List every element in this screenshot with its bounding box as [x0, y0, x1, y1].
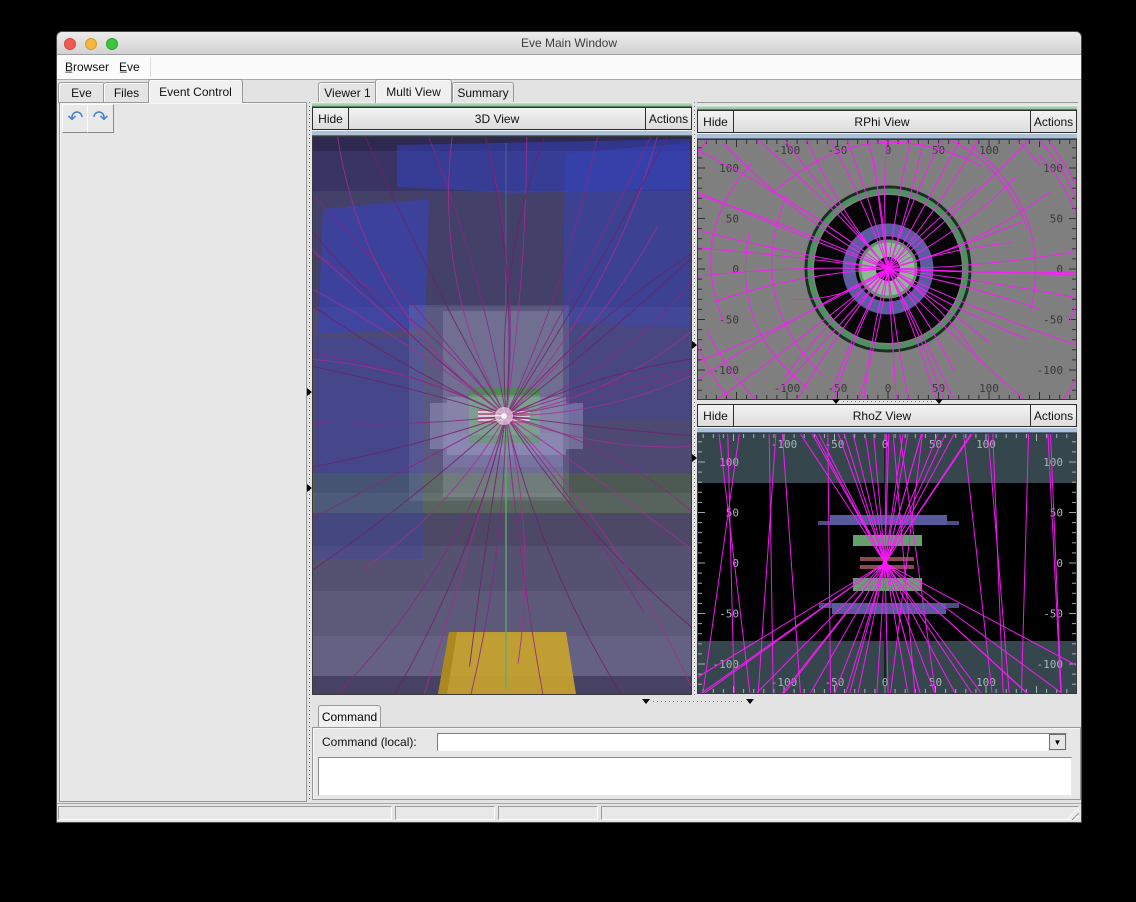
rphi-actions-button[interactable]: Actions [1030, 111, 1076, 132]
3d-actions-button[interactable]: Actions [645, 108, 691, 129]
command-input[interactable] [439, 735, 1048, 751]
rhoz-hide-button[interactable]: Hide [698, 405, 734, 426]
bottom-splitter[interactable] [653, 701, 745, 702]
menu-eve[interactable]: E̲ve [113, 55, 146, 79]
svg-text:-100: -100 [713, 364, 740, 377]
command-label: Command (local): [322, 733, 417, 751]
redo-arrow-icon: ↷ [93, 107, 109, 130]
previous-event-button[interactable]: ↶ [62, 104, 89, 133]
svg-text:50: 50 [726, 213, 739, 226]
svg-text:-50: -50 [719, 314, 739, 327]
dropdown-button[interactable]: ▼ [1049, 734, 1066, 750]
svg-text:-50: -50 [1043, 608, 1063, 621]
svg-text:0: 0 [732, 557, 739, 570]
collapse-center-arrow-icon[interactable] [692, 454, 697, 462]
svg-text:-50: -50 [1043, 314, 1063, 327]
tab-eve[interactable]: Eve [58, 82, 105, 102]
collapse-left-arrow-icon[interactable] [307, 484, 312, 492]
window-title: Eve Main Window [57, 32, 1081, 54]
collapse-center-arrow-icon[interactable] [692, 341, 697, 349]
splitter-dots [309, 102, 310, 800]
menu-browser[interactable]: B̲rowser [59, 55, 115, 79]
3d-scene [313, 137, 691, 694]
svg-text:0: 0 [882, 438, 889, 451]
svg-text:-50: -50 [825, 676, 845, 689]
rhoz-view-title: RhoZ View [734, 405, 1030, 426]
tab-command[interactable]: Command [318, 705, 381, 727]
collapse-down-arrow-icon[interactable] [746, 699, 754, 704]
svg-text:100: 100 [1043, 162, 1063, 175]
undo-arrow-icon: ↶ [68, 107, 84, 130]
status-cell [58, 806, 392, 820]
svg-text:100: 100 [719, 162, 739, 175]
svg-text:100: 100 [1043, 456, 1063, 469]
rphi-view-title: RPhi View [734, 111, 1030, 132]
rhoz-blue-strip [697, 427, 1077, 433]
svg-text:-100: -100 [771, 676, 798, 689]
3d-view-title: 3D View [349, 108, 645, 129]
tab-event-control[interactable]: Event Control [148, 79, 243, 103]
menu-divider [150, 57, 151, 77]
titlebar[interactable]: Eve Main Window [57, 32, 1081, 55]
3d-hide-button[interactable]: Hide [313, 108, 349, 129]
rphi-scene: -100-50050100-100-50050100100500-50-1001… [698, 140, 1076, 399]
3d-viewport[interactable] [312, 136, 692, 695]
svg-text:50: 50 [1050, 213, 1063, 226]
rhoz-scene: -100-50050100-100-50050100100500-50-1001… [698, 434, 1076, 693]
svg-text:100: 100 [979, 382, 999, 395]
svg-text:100: 100 [976, 676, 996, 689]
left-splitter[interactable] [307, 102, 312, 800]
menubar: B̲rowser E̲ve [57, 55, 1081, 80]
svg-text:0: 0 [732, 263, 739, 276]
status-cell [601, 806, 1079, 820]
collapse-left-arrow-icon[interactable] [307, 388, 312, 396]
svg-text:-100: -100 [774, 382, 801, 395]
rhoz-viewport[interactable]: -100-50050100-100-50050100100500-50-1001… [697, 433, 1077, 694]
tab-summary[interactable]: Summary [452, 82, 514, 102]
eve-main-window: Eve Main Window B̲rowser E̲ve Eve Files … [57, 32, 1081, 822]
rphi-viewport[interactable]: -100-50050100-100-50050100100500-50-1001… [697, 139, 1077, 400]
splitter-dots [694, 102, 695, 695]
rphi-blue-strip [697, 133, 1077, 139]
svg-text:-100: -100 [1037, 364, 1064, 377]
command-output[interactable] [318, 757, 1072, 796]
tab-files[interactable]: Files [103, 82, 150, 102]
svg-text:0: 0 [885, 382, 892, 395]
collapse-down-arrow-icon[interactable] [935, 399, 943, 404]
statusbar [57, 803, 1081, 822]
desktop: Eve Main Window B̲rowser E̲ve Eve Files … [0, 0, 1136, 902]
chevron-down-icon: ▼ [1054, 738, 1062, 747]
next-event-button[interactable]: ↷ [87, 104, 114, 133]
collapse-down-arrow-icon[interactable] [832, 399, 840, 404]
3d-view-header: Hide 3D View Actions [312, 107, 692, 130]
3d-blue-strip [312, 130, 692, 136]
rphi-rhoz-splitter[interactable] [843, 401, 933, 402]
rhoz-view-header: Hide RhoZ View Actions [697, 404, 1077, 427]
rhoz-actions-button[interactable]: Actions [1030, 405, 1076, 426]
center-splitter[interactable] [692, 102, 697, 695]
status-cell [498, 806, 598, 820]
tab-multi-view[interactable]: Multi View [375, 79, 452, 103]
rphi-hide-button[interactable]: Hide [698, 111, 734, 132]
rphi-view-header: Hide RPhi View Actions [697, 110, 1077, 133]
svg-text:0: 0 [1056, 557, 1063, 570]
status-cell [395, 806, 495, 820]
collapse-down-arrow-icon[interactable] [642, 699, 650, 704]
event-control-panel [59, 102, 307, 802]
tab-viewer1[interactable]: Viewer 1 [318, 82, 377, 102]
svg-text:-50: -50 [719, 608, 739, 621]
command-combobox: ▼ [437, 733, 1067, 751]
